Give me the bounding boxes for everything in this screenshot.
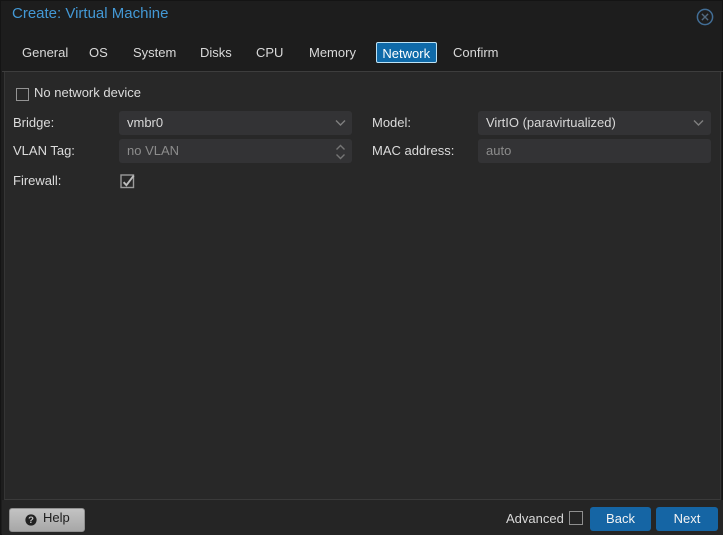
svg-text:?: ? [28,515,34,526]
